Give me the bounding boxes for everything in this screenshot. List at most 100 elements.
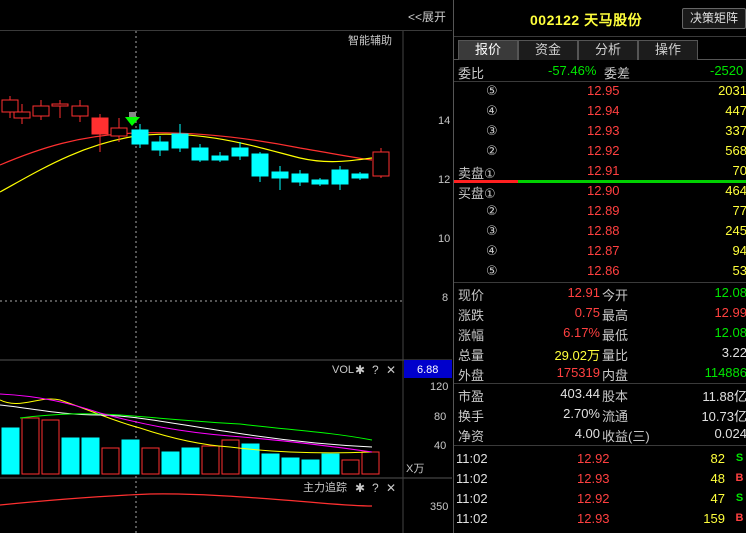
vol-label: VOL [332,364,354,376]
stat-value: 12.91 [567,285,600,300]
tick-time: 11:02 [456,511,488,526]
candle-body [351,173,369,179]
stat-label: 流通 [602,409,629,424]
decision-matrix-button[interactable]: 决策矩阵 [682,8,746,29]
candle-body [251,153,269,177]
volume-bar [181,447,200,475]
candle-body [291,173,309,183]
buy-volume: 464 [725,183,746,198]
tick-row: 11:02 12.93 159 B [454,509,746,529]
tick-row: 11:02 12.93 48 B [454,469,746,489]
volume-bar [301,459,320,475]
candle-body [32,105,50,117]
candle-body [191,147,209,161]
buy-level-label: ② [486,203,498,218]
vol-tick: 120 [430,381,448,393]
stat-label: 市盈 [458,389,485,404]
buy-level-row[interactable]: ④ 12.87 94 [454,241,746,261]
volume-bar [141,447,160,475]
tick-price: 12.93 [577,471,610,486]
tick-time: 11:02 [456,471,488,486]
candle-body [51,103,69,107]
tab-funds[interactable]: 资金 [518,40,578,60]
buy-level-row[interactable]: ② 12.89 77 [454,201,746,221]
volume-bar [261,453,280,475]
current-price-tag-text: 6.88 [417,364,438,376]
stat-value: 175319 [556,365,600,380]
candle-body [331,169,349,185]
price-tick: 8 [442,292,448,304]
price-tick: 10 [438,233,450,245]
stat-value: 0.75 [574,305,600,320]
vol-close-icon[interactable]: ✕ [386,363,396,377]
kline-chart-area[interactable]: <<展开 智能辅助 14 12 10 8 6.88 VOL ✱ ? ✕ 120 … [0,0,452,533]
tab-analysis[interactable]: 分析 [578,40,638,60]
buy-level-label: ④ [486,243,498,258]
vol-help-icon[interactable]: ? [372,363,379,377]
tracker-tick: 350 [430,501,448,513]
stat-value: 3.22 [721,345,746,360]
tab-operation[interactable]: 操作 [638,40,698,60]
signal-arrow-icon [125,112,140,126]
buy-price: 12.89 [587,203,620,218]
tick-side-badge: S [735,452,744,464]
buy-level-row[interactable]: ⑤ 12.86 53 [454,261,746,281]
stat-label: 收益(三) [602,429,650,444]
quote-tabs: 报价 资金 分析 操作 [454,37,746,60]
tick-row: 11:02 12.92 82 S [454,449,746,469]
sell-level-row[interactable]: 卖盘① 12.91 70 [454,161,746,181]
tick-row: 11:02 12.92 47 S [454,489,746,509]
tracker-help-icon[interactable]: ? [372,481,379,495]
stat-row: 外盘 175319 内盘 114886 [454,363,746,383]
candle-body [151,141,169,151]
sell-level-row[interactable]: ④ 12.94 447 [454,101,746,121]
candlesticks [1,96,390,190]
candle-body [110,127,128,137]
volume-bar [121,439,140,475]
vol-settings-icon[interactable]: ✱ [355,363,365,377]
sell-volume: 568 [725,143,746,158]
stock-title: 002122 天马股份 [530,12,643,28]
stat-label: 总量 [458,348,485,363]
sell-level-row[interactable]: ⑤ 12.95 2031 [454,81,746,101]
stat-label: 内盘 [602,368,629,383]
sell-price: 12.92 [587,143,620,158]
buy-price: 12.90 [587,183,620,198]
buy-price: 12.87 [587,243,620,258]
buy-level-row[interactable]: 买盘① 12.90 464 [454,181,746,201]
tab-quote[interactable]: 报价 [458,40,518,60]
sell-volume: 447 [725,103,746,118]
tracker-settings-icon[interactable]: ✱ [355,481,365,495]
buy-level-row[interactable]: ③ 12.88 245 [454,221,746,241]
candle-body [311,179,329,185]
buy-volume: 94 [732,243,746,258]
stat-label: 量比 [602,348,629,363]
stat-row: 总量 29.02万 量比 3.22 [454,343,746,363]
tick-volume: 159 [703,511,725,526]
sell-level-label: ③ [486,123,498,138]
buy-price: 12.86 [587,263,620,278]
stat-value: 0.024 [714,426,746,441]
volume-bar [321,453,340,475]
chart-canvas[interactable]: 14 12 10 8 6.88 VOL ✱ ? ✕ 120 80 40 X万 主… [0,0,452,533]
stat-label: 换手 [458,409,485,424]
price-tick: 14 [438,115,450,127]
stat-value: 12.08 [714,325,746,340]
candle-body [71,105,89,117]
buy-volume: 77 [732,203,746,218]
volume-bar [1,427,20,475]
volume-bar [21,417,40,475]
sell-level-row[interactable]: ③ 12.93 337 [454,121,746,141]
stat-row: 净资 4.00 收益(三) 0.024 [454,424,746,444]
volume-bar [221,439,240,475]
sell-volume: 70 [732,163,746,178]
sell-level-row[interactable]: ② 12.92 568 [454,141,746,161]
tick-price: 12.92 [577,451,610,466]
price-tick: 12 [438,174,450,186]
stat-label: 现价 [458,288,485,303]
tracker-line [0,493,373,507]
tick-price: 12.93 [577,511,610,526]
tracker-close-icon[interactable]: ✕ [386,481,396,495]
buy-price: 12.88 [587,223,620,238]
volume-bar [341,459,360,475]
